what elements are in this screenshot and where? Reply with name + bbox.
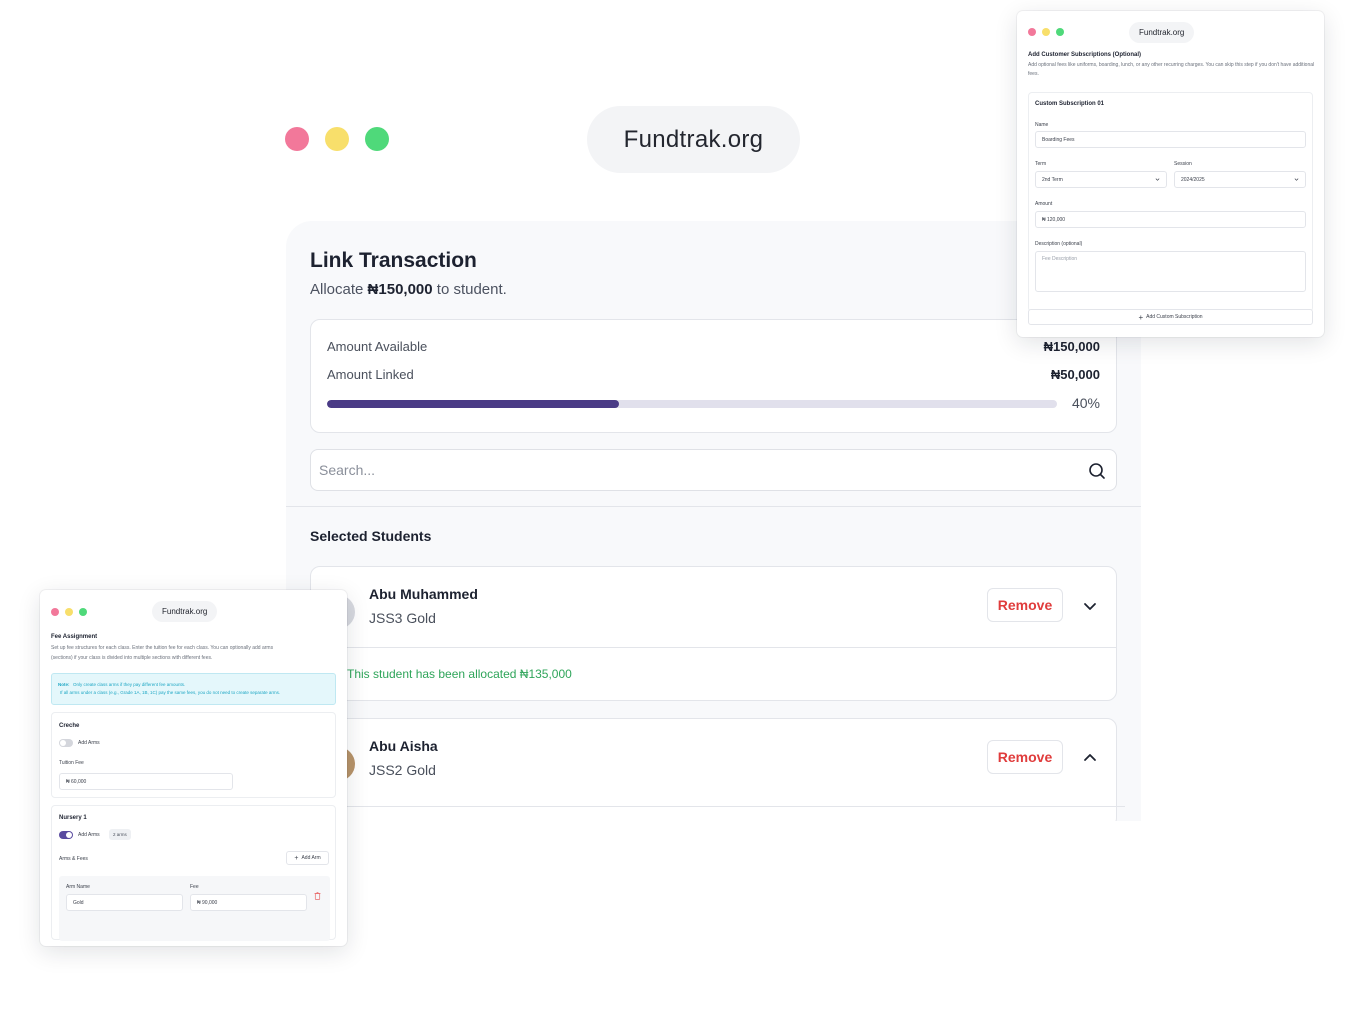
- arms-count-badge: 2 arms: [109, 829, 131, 840]
- close-window-dot[interactable]: [51, 608, 59, 616]
- amount-summary-card: Amount Available ₦150,000 Amount Linked …: [310, 319, 1117, 433]
- arm-name-field[interactable]: Gold: [66, 894, 183, 911]
- tuition-fee-label: Tuition Fee: [59, 760, 84, 766]
- section-heading: Fee Assignment: [51, 634, 98, 640]
- search-icon[interactable]: [1087, 461, 1107, 481]
- maximize-window-dot[interactable]: [1056, 28, 1064, 36]
- allocation-progress-percent: 40%: [1071, 395, 1100, 411]
- student-class: JSS3 Gold: [369, 610, 436, 626]
- maximize-window-dot[interactable]: [79, 608, 87, 616]
- name-field[interactable]: Boarding Fees: [1035, 131, 1306, 148]
- class-name: Nursery 1: [59, 815, 87, 821]
- arms-fees-label: Arms & Fees: [59, 856, 88, 862]
- link-transaction-panel: Link Transaction Allocate ₦150,000 to st…: [286, 221, 1141, 821]
- section-description: Set up fee structures for each class. En…: [51, 645, 274, 651]
- allocation-note: This student has been allocated ₦135,000: [347, 667, 572, 681]
- chevron-down-icon: [1155, 178, 1160, 181]
- subscription-card-title: Custom Subscription 01: [1035, 101, 1105, 107]
- minimize-window-dot[interactable]: [1042, 28, 1050, 36]
- info-note: Note: Only create class arms if they pay…: [51, 673, 336, 705]
- amount-label: Amount: [1035, 201, 1053, 207]
- class-fee-card: Nursery 1 Add Arms 2 arms Arms & Fees + …: [51, 805, 336, 941]
- arm-row: Arm Name Gold Fee ₦ 90,000: [59, 876, 330, 941]
- amount-linked-value: ₦50,000: [1050, 367, 1100, 382]
- amount-available-value: ₦150,000: [1043, 339, 1100, 354]
- arm-fee-label: Fee: [190, 884, 199, 890]
- add-arm-button[interactable]: + Add Arm: [286, 851, 329, 865]
- trash-icon[interactable]: [314, 892, 321, 900]
- window-controls: [1028, 28, 1064, 36]
- section-divider: [286, 506, 1141, 507]
- term-label: Term: [1035, 161, 1047, 167]
- allocation-progress-fill: [327, 400, 619, 408]
- tuition-fee-field[interactable]: ₦ 60,000: [59, 773, 233, 790]
- amount-linked-label: Amount Linked: [327, 367, 414, 382]
- subscription-window: Fundtrak.org Add Customer Subscriptions …: [1017, 11, 1324, 337]
- remove-student-button[interactable]: Remove: [987, 588, 1063, 622]
- add-arms-toggle[interactable]: [59, 831, 73, 839]
- address-bar[interactable]: Fundtrak.org: [152, 601, 218, 622]
- close-window-dot[interactable]: [285, 127, 309, 151]
- description-textarea[interactable]: Fee Description: [1035, 251, 1306, 292]
- plus-icon: +: [1138, 312, 1144, 322]
- description-label: Description (optional): [1035, 241, 1083, 247]
- minimize-window-dot[interactable]: [65, 608, 73, 616]
- window-controls: [51, 608, 87, 616]
- plus-icon: +: [294, 854, 299, 862]
- page-title: Link Transaction: [310, 249, 477, 272]
- close-window-dot[interactable]: [1028, 28, 1036, 36]
- name-label: Name: [1035, 122, 1049, 128]
- fee-assignment-window: Fundtrak.org Fee Assignment Set up fee s…: [40, 590, 347, 946]
- address-bar[interactable]: Fundtrak.org: [1129, 22, 1195, 43]
- section-description: Add optional fees like uniforms, boardin…: [1028, 62, 1315, 77]
- section-heading: Add Customer Subscriptions (Optional): [1028, 52, 1142, 58]
- maximize-window-dot[interactable]: [365, 127, 389, 151]
- class-name: Creche: [59, 723, 80, 729]
- amount-available-label: Amount Available: [327, 339, 428, 354]
- allocation-progress-bar: [327, 400, 1057, 408]
- add-arms-toggle[interactable]: [59, 739, 73, 747]
- student-search: [310, 449, 1117, 491]
- minimize-window-dot[interactable]: [325, 127, 349, 151]
- class-fee-card: Creche Add Arms Tuition Fee ₦ 60,000: [51, 712, 336, 798]
- arm-fee-field[interactable]: ₦ 90,000: [190, 894, 307, 911]
- student-name: Abu Aisha: [369, 738, 438, 754]
- add-arms-label: Add Arms: [78, 740, 100, 746]
- remove-student-button[interactable]: Remove: [987, 740, 1063, 774]
- allocation-amount: ₦150,000: [367, 281, 433, 298]
- address-bar[interactable]: Fundtrak.org: [587, 106, 800, 173]
- chevron-down-icon: [1294, 178, 1299, 181]
- add-custom-subscription-button[interactable]: + Add Custom Subscription: [1028, 309, 1313, 325]
- subscription-card: Custom Subscription 01 Name Boarding Fee…: [1028, 92, 1313, 312]
- chevron-down-icon[interactable]: [1079, 595, 1101, 617]
- session-select[interactable]: 2024/2025: [1174, 171, 1306, 188]
- card-divider: [310, 806, 1125, 807]
- add-arms-label: Add Arms: [78, 832, 100, 838]
- arm-name-label: Arm Name: [66, 884, 90, 890]
- chevron-up-icon[interactable]: [1079, 747, 1101, 769]
- selected-students-title: Selected Students: [310, 528, 432, 544]
- student-class: JSS2 Gold: [369, 762, 436, 778]
- session-label: Session: [1174, 161, 1192, 167]
- section-description: (sections) if your class is divided into…: [51, 655, 213, 661]
- card-divider: [311, 647, 1116, 648]
- page-subtitle: Allocate ₦150,000 to student.: [310, 281, 507, 298]
- student-name: Abu Muhammed: [369, 586, 478, 602]
- window-controls: [285, 127, 389, 151]
- search-input[interactable]: [319, 450, 1079, 490]
- term-select[interactable]: 2nd Term: [1035, 171, 1167, 188]
- student-card: Abu Muhammed JSS3 Gold Remove This stude…: [310, 566, 1117, 701]
- amount-field[interactable]: ₦ 120,000: [1035, 211, 1306, 228]
